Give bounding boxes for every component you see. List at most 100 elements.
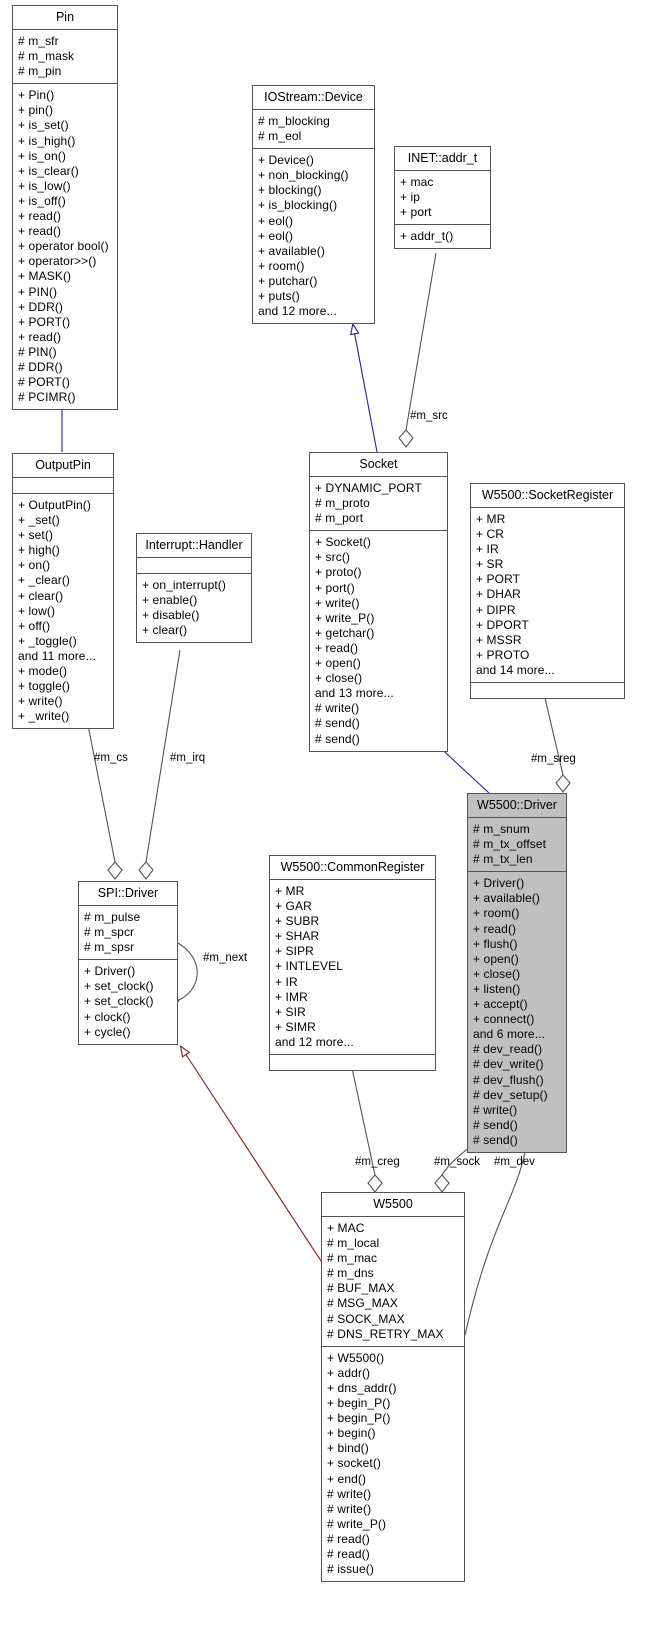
- operation-row: + _toggle(): [18, 633, 77, 648]
- class-attributes-outputpin: [13, 478, 113, 494]
- operation-row: + OutputPin(): [18, 498, 92, 512]
- operation-row: + set_clock(): [84, 979, 154, 994]
- class-box-w5500-commonregister[interactable]: W5500::CommonRegister + MR + GAR + SUBR …: [269, 855, 436, 1072]
- edge-label-m-next: #m_next: [203, 952, 248, 964]
- operation-row: + set(): [18, 528, 54, 543]
- operation-row: + Device(): [258, 153, 315, 168]
- class-title-pin: Pin: [13, 6, 117, 30]
- operation-row: + non_blocking(): [258, 168, 349, 183]
- class-box-outputpin[interactable]: OutputPin + OutputPin() + _set() + set()…: [12, 453, 114, 730]
- operation-row: and 6 more...: [473, 1027, 546, 1042]
- operation-row: + enable(): [142, 593, 198, 608]
- operation-row: + operator>>(): [18, 254, 97, 269]
- attribute-row: # m_tx_offset: [473, 837, 547, 852]
- operation-row: + bind(): [327, 1441, 369, 1456]
- attribute-row: # SOCK_MAX: [327, 1311, 405, 1326]
- operation-row: # send(): [315, 716, 360, 731]
- attribute-row: # m_dns: [327, 1266, 374, 1281]
- operation-row: + is_on(): [18, 148, 66, 163]
- attribute-row: # m_spsr: [84, 940, 135, 955]
- operation-row: + read(): [18, 329, 62, 344]
- operation-row: # write_P(): [327, 1516, 387, 1531]
- class-title-w5500-commonregister: W5500::CommonRegister: [270, 856, 435, 880]
- class-operations-spi-driver: + Driver() + set_clock() + set_clock() +…: [79, 960, 177, 1043]
- operation-row: # dev_flush(): [473, 1072, 544, 1087]
- operation-row: + pin(): [18, 103, 54, 118]
- operation-row: + PIN(): [18, 284, 58, 299]
- operation-row: + open(): [473, 951, 519, 966]
- class-title-outputpin: OutputPin: [13, 454, 113, 478]
- attribute-row: and 14 more...: [476, 662, 555, 677]
- operation-row: + socket(): [327, 1456, 382, 1471]
- class-title-w5500-socketregister: W5500::SocketRegister: [471, 484, 624, 508]
- edge-label-m-cs: #m_cs: [94, 752, 128, 764]
- class-operations-interrupt-handler: + on_interrupt() + enable() + disable() …: [137, 574, 251, 642]
- class-box-iostream-device[interactable]: IOStream::Device # m_blocking # m_eol + …: [252, 85, 375, 325]
- operation-row: # write(): [327, 1501, 372, 1516]
- operation-row: # send(): [315, 731, 360, 746]
- operation-row: + putchar(): [258, 273, 318, 288]
- operation-row: + eol(): [258, 228, 294, 243]
- operation-row: + high(): [18, 543, 60, 558]
- class-box-w5500-socketregister[interactable]: W5500::SocketRegister + MR + CR + IR + S…: [470, 483, 625, 700]
- attribute-row: + PROTO: [476, 647, 530, 662]
- attribute-row: # m_local: [327, 1236, 380, 1251]
- class-box-pin[interactable]: Pin # m_sfr # m_mask # m_pin + Pin() + p…: [12, 5, 118, 411]
- edge-label-m-dev: #m_dev: [494, 1156, 535, 1168]
- attribute-row: + IMR: [275, 989, 308, 1004]
- operation-row: + begin_P(): [327, 1411, 391, 1426]
- class-attributes-w5500-driver: # m_snum # m_tx_offset # m_tx_len: [468, 818, 566, 873]
- operation-row: + addr_t(): [400, 229, 454, 244]
- class-box-spi-driver[interactable]: SPI::Driver # m_pulse # m_spcr # m_spsr …: [78, 881, 178, 1045]
- operation-row: + is_high(): [18, 133, 76, 148]
- operation-row: + clear(): [18, 588, 64, 603]
- operation-row: + clock(): [84, 1009, 131, 1024]
- operation-row: + _write(): [18, 709, 70, 724]
- class-box-w5500-driver[interactable]: W5500::Driver # m_snum # m_tx_offset # m…: [467, 793, 567, 1153]
- operation-row: + write(): [18, 694, 63, 709]
- operation-row: + addr(): [327, 1365, 371, 1380]
- operation-row: # send(): [473, 1117, 518, 1132]
- edge-w5500-inherits-spidriver: [181, 1047, 341, 1291]
- class-box-interrupt-handler[interactable]: Interrupt::Handler + on_interrupt() + en…: [136, 533, 252, 644]
- attribute-row: # BUF_MAX: [327, 1281, 395, 1296]
- class-operations-inet-addr-t: + addr_t(): [395, 225, 490, 248]
- operation-row: + available(): [473, 891, 541, 906]
- operation-row: + port(): [315, 580, 355, 595]
- class-box-w5500[interactable]: W5500 + MAC # m_local # m_mac # m_dns # …: [321, 1192, 465, 1583]
- edge-outputpin-aggregates-spidriver: [87, 724, 123, 880]
- class-attributes-spi-driver: # m_pulse # m_spcr # m_spsr: [79, 906, 177, 961]
- operation-row: + eol(): [258, 213, 294, 228]
- class-attributes-socket: + DYNAMIC_PORT # m_proto # m_port: [310, 477, 447, 532]
- class-title-iostream-device: IOStream::Device: [253, 86, 374, 110]
- operation-row: + read(): [18, 209, 62, 224]
- class-box-inet-addr-t[interactable]: INET::addr_t + mac + ip + port + addr_t(…: [394, 146, 491, 250]
- attribute-row: + DPORT: [476, 617, 529, 632]
- class-box-socket[interactable]: Socket + DYNAMIC_PORT # m_proto # m_port…: [309, 452, 448, 752]
- attribute-row: + DYNAMIC_PORT: [315, 481, 422, 495]
- class-attributes-interrupt-handler: [137, 558, 251, 574]
- attribute-row: + SIMR: [275, 1019, 316, 1034]
- edge-label-m-sreg: #m_sreg: [531, 753, 576, 765]
- operation-row: + available(): [258, 243, 326, 258]
- operation-row: + off(): [18, 618, 51, 633]
- operation-row: + room(): [473, 906, 520, 921]
- operation-row: + is_blocking(): [258, 198, 338, 213]
- operation-row: + is_clear(): [18, 163, 79, 178]
- operation-row: + _clear(): [18, 573, 71, 588]
- attribute-row: + DIPR: [476, 602, 516, 617]
- class-operations-socket: + Socket() + src() + proto() + port() + …: [310, 531, 447, 750]
- class-operations-w5500-commonregister: [270, 1055, 435, 1070]
- attribute-row: # m_pin: [18, 64, 62, 79]
- attribute-row: + DHAR: [476, 587, 521, 602]
- operation-row: + open(): [315, 656, 361, 671]
- attribute-row: + port: [400, 205, 432, 220]
- operation-row: + read(): [473, 921, 517, 936]
- operation-row: + set_clock(): [84, 994, 154, 1009]
- operation-row: + DDR(): [18, 299, 64, 314]
- attribute-row: + SUBR: [275, 914, 320, 929]
- operation-row: + proto(): [315, 565, 362, 580]
- operation-row: + close(): [315, 671, 363, 686]
- operation-row: + accept(): [473, 997, 528, 1012]
- class-operations-w5500-socketregister: [471, 683, 624, 698]
